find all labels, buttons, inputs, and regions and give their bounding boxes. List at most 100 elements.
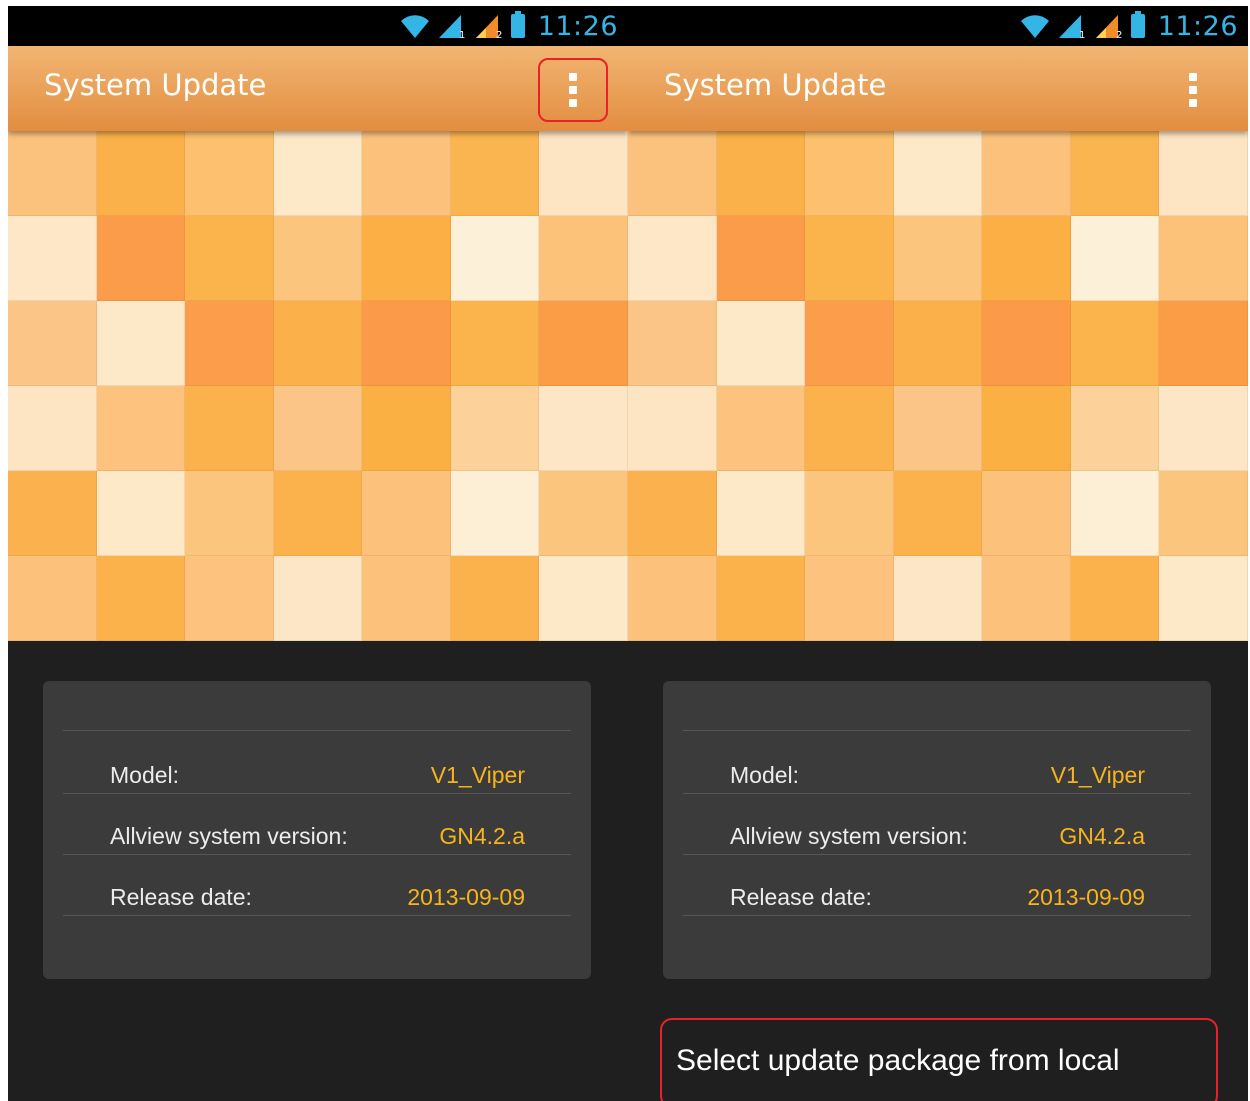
banner-tile: [1159, 556, 1248, 641]
banner-tile: [539, 386, 628, 471]
banner-tile: [362, 556, 451, 641]
banner-tile: [539, 301, 628, 386]
version-row: Allview system version: GN4.2.a: [110, 816, 525, 856]
overflow-menu-button[interactable]: [538, 58, 608, 122]
status-time: 11:26: [537, 10, 618, 42]
banner-tile: [628, 301, 717, 386]
page-title: System Update: [44, 68, 267, 102]
model-label: Model:: [110, 761, 180, 788]
wifi-icon: [400, 15, 429, 38]
banner-tile: [1070, 386, 1160, 471]
banner-tile: [539, 471, 628, 556]
svg-text:1: 1: [459, 30, 465, 39]
banner-tile: [185, 216, 274, 301]
banner-tile: [96, 386, 186, 471]
banner-tile: [1159, 386, 1248, 471]
banner-tile: [893, 301, 983, 386]
banner-tile: [628, 131, 717, 216]
action-bar: System Update: [628, 46, 1248, 131]
banner-tile: [1159, 216, 1248, 301]
banner-tile: [539, 556, 628, 641]
header-banner: [8, 131, 628, 641]
banner-tile: [1159, 471, 1248, 556]
header-banner: [628, 131, 1248, 641]
banner-tile: [362, 131, 451, 216]
model-value: V1_Viper: [1050, 761, 1145, 788]
banner-tile: [450, 131, 540, 216]
banner-tile: [982, 301, 1071, 386]
banner-tile: [716, 131, 806, 216]
banner-tile: [450, 216, 540, 301]
banner-tile: [539, 216, 628, 301]
banner-tile: [185, 556, 274, 641]
banner-tile: [716, 471, 806, 556]
banner-tile: [450, 301, 540, 386]
banner-tile: [1070, 301, 1160, 386]
banner-tile: [96, 471, 186, 556]
banner-tile: [8, 471, 97, 556]
overflow-menu-icon: [1189, 73, 1197, 81]
banner-tile: [185, 131, 274, 216]
model-row: Model: V1_Viper: [110, 755, 525, 795]
release-date-label: Release date:: [730, 883, 872, 910]
banner-tile: [628, 216, 717, 301]
banner-tile: [1070, 131, 1160, 216]
banner-tile: [1159, 301, 1248, 386]
version-row: Allview system version: GN4.2.a: [730, 816, 1145, 856]
banner-tile: [8, 301, 97, 386]
banner-tile: [96, 131, 186, 216]
banner-tile: [362, 386, 451, 471]
version-label: Allview system version:: [730, 822, 968, 849]
banner-tile: [273, 131, 363, 216]
banner-tile: [1070, 216, 1160, 301]
banner-tile: [1070, 556, 1160, 641]
model-value: V1_Viper: [430, 761, 525, 788]
banner-tile: [450, 471, 540, 556]
banner-tile: [716, 216, 806, 301]
signal-sim2-icon: 2: [1095, 15, 1122, 39]
version-value: GN4.2.a: [1059, 822, 1145, 849]
banner-tile: [982, 386, 1071, 471]
banner-tile: [716, 556, 806, 641]
signal-sim2-icon: 2: [475, 15, 502, 39]
select-local-package-menu-item[interactable]: Select update package from local: [660, 1018, 1218, 1101]
banner-tile: [716, 301, 806, 386]
overflow-menu-button[interactable]: [1158, 58, 1228, 122]
banner-tile: [893, 216, 983, 301]
menu-item-label: Select update package from local: [676, 1044, 1120, 1077]
banner-tile: [982, 556, 1071, 641]
banner-tile: [273, 386, 363, 471]
banner-tile: [1159, 131, 1248, 216]
banner-tile: [362, 216, 451, 301]
banner-tile: [450, 556, 540, 641]
banner-tile: [450, 386, 540, 471]
model-label: Model:: [730, 761, 800, 788]
phone-screen-left: 1 2 11:26 System Update Model: V1_Viper: [8, 6, 628, 1101]
status-bar: 1 2 11:26: [8, 6, 628, 46]
banner-tile: [8, 216, 97, 301]
banner-tile: [8, 131, 97, 216]
banner-tile: [96, 556, 186, 641]
banner-tile: [185, 301, 274, 386]
action-bar: System Update: [8, 46, 628, 131]
phone-screen-right: 1 2 11:26 System Update Model: V1_Viper: [628, 6, 1248, 1101]
banner-tile: [982, 471, 1071, 556]
svg-text:1: 1: [1079, 30, 1085, 39]
svg-text:2: 2: [496, 30, 502, 39]
banner-tile: [716, 386, 806, 471]
banner-tile: [805, 131, 894, 216]
banner-tile: [8, 386, 97, 471]
banner-tile: [96, 301, 186, 386]
release-date-label: Release date:: [110, 883, 252, 910]
device-info-card: Model: V1_Viper Allview system version: …: [43, 681, 591, 979]
banner-tile: [273, 471, 363, 556]
version-label: Allview system version:: [110, 822, 348, 849]
banner-tile: [185, 386, 274, 471]
banner-tile: [628, 386, 717, 471]
banner-tile: [805, 301, 894, 386]
banner-tile: [805, 386, 894, 471]
banner-tile: [893, 386, 983, 471]
svg-text:2: 2: [1116, 30, 1122, 39]
wifi-icon: [1020, 15, 1049, 38]
signal-sim1-icon: 1: [1058, 15, 1085, 39]
